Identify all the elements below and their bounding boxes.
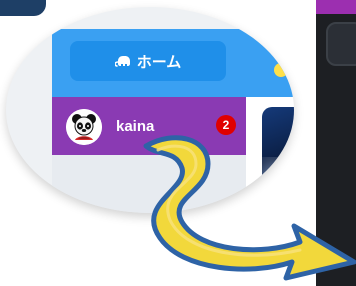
panda-avatar-icon — [66, 109, 102, 145]
arrow-shape — [143, 135, 356, 281]
home-button[interactable]: ホーム — [70, 41, 226, 81]
home-button-label: ホーム — [136, 53, 182, 71]
elephant-icon — [114, 55, 131, 67]
avatar — [66, 109, 102, 145]
right-panel-icon — [326, 22, 356, 66]
zoomed-ui-callout: ホーム kaina 2 — [0, 0, 356, 286]
curved-arrow-icon — [143, 135, 356, 281]
right-panel-topbar — [316, 0, 356, 14]
elephant-icon-svg — [114, 56, 130, 67]
status-dot — [274, 63, 288, 77]
